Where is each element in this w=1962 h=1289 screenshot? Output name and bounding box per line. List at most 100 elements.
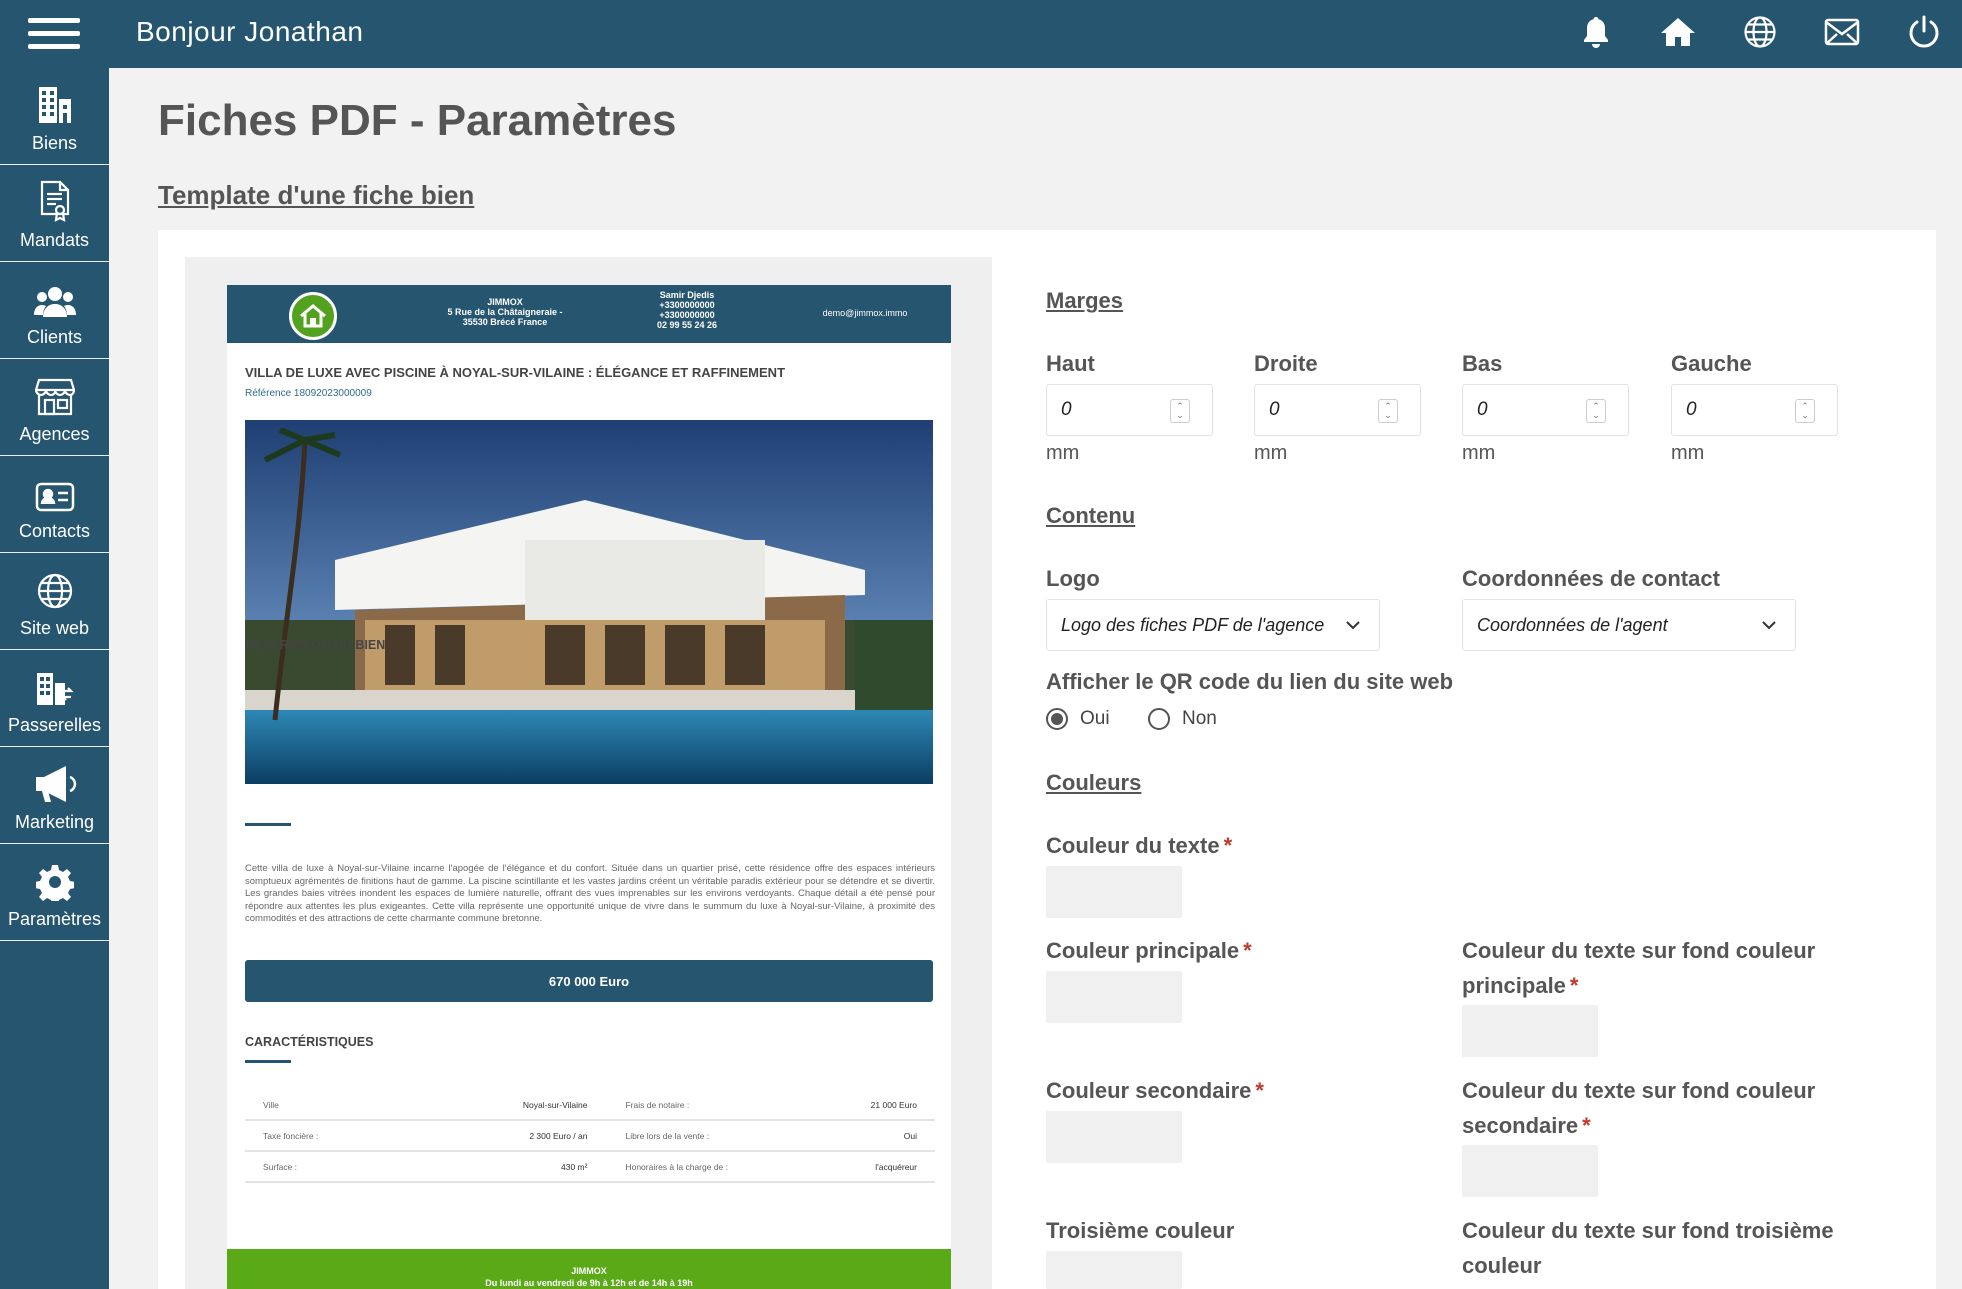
greeting: Bonjour Jonathan [136, 16, 364, 47]
agency-logo-icon [289, 292, 337, 340]
main-color-label: Couleur principale * [1046, 933, 1252, 968]
margin-bottom-label: Bas [1462, 351, 1503, 376]
sidebar-item-clients[interactable]: Clients [0, 262, 109, 359]
bell-icon[interactable] [1578, 12, 1614, 52]
stepper-icon[interactable]: ⌃ ⌄ [1586, 399, 1606, 423]
required-mark: * [1582, 1113, 1591, 1138]
property-title: VILLA DE LUXE AVEC PISCINE À NOYAL-SUR-V… [245, 365, 786, 380]
agency-address-2: 35530 Brécé France [462, 317, 548, 327]
margin-right-input[interactable]: 0 ⌃ ⌄ [1254, 384, 1421, 436]
sheet-header: JIMMOX 5 Rue de la Châtaigneraie - 35530… [227, 285, 951, 343]
stepper-icon[interactable]: ⌃ ⌄ [1170, 399, 1190, 423]
property-price: 670 000 Euro [245, 960, 933, 1002]
page-title: Fiches PDF - Paramètres [158, 96, 677, 145]
description-underline [245, 823, 291, 826]
text-on-secondary-line2: secondaire [1462, 1113, 1579, 1138]
template-fiche-bien-link[interactable]: Template d'une fiche bien [158, 180, 474, 211]
text-on-main-color-picker[interactable] [1462, 1005, 1598, 1057]
property-reference: Référence 18092023000009 [245, 388, 372, 399]
margin-top-unit: mm [1046, 442, 1080, 464]
gear-icon [35, 865, 74, 901]
margin-left-input[interactable]: 0 ⌃ ⌄ [1671, 384, 1838, 436]
logo-select-value: Logo des fiches PDF de l'agence [1061, 614, 1325, 635]
radio-selected-icon [1046, 708, 1068, 730]
margin-right-unit: mm [1254, 442, 1288, 464]
characteristics-heading: CARACTÉRISTIQUES [245, 1035, 374, 1049]
globe-icon [37, 573, 72, 609]
margin-top-value: 0 [1061, 399, 1072, 420]
text-on-main-label: Couleur du texte sur fond couleur princip… [1462, 933, 1815, 1003]
contact-select[interactable]: Coordonnées de l'agent [1462, 599, 1796, 651]
third-color-picker[interactable] [1046, 1251, 1182, 1289]
text-color-picker[interactable] [1046, 866, 1182, 918]
stepper-icon[interactable]: ⌃ ⌄ [1795, 399, 1815, 423]
margin-left-label: Gauche [1671, 351, 1752, 376]
char-key: Libre lors de la vente : [625, 1130, 710, 1141]
characteristics-table: Ville Noyal-sur-Vilaine Frais de notaire… [245, 1090, 935, 1183]
logo-select[interactable]: Logo des fiches PDF de l'agence [1046, 599, 1380, 651]
chevron-down-icon [1762, 621, 1776, 630]
text-on-main-line2: principale [1462, 973, 1566, 998]
users-icon [33, 287, 76, 317]
margin-bottom-input[interactable]: 0 ⌃ ⌄ [1462, 384, 1629, 436]
menu-icon[interactable] [28, 18, 80, 50]
colors-heading: Couleurs [1046, 770, 1142, 795]
sidebar-item-passerelles[interactable]: Passerelles [0, 650, 109, 747]
megaphone-icon [35, 766, 76, 802]
margin-right-label: Droite [1254, 351, 1318, 376]
power-icon[interactable] [1906, 12, 1942, 52]
secondary-color-picker[interactable] [1046, 1111, 1182, 1163]
char-value: Oui [903, 1130, 917, 1141]
text-on-main-line1: Couleur du texte sur fond couleur [1462, 938, 1816, 963]
footer-hours: Du lundi au vendredi de 9h à 12h et de 1… [485, 1278, 693, 1288]
text-color-label: Couleur du texte * [1046, 828, 1232, 863]
agent-phone-2: +3300000000 [659, 310, 715, 320]
globe-icon[interactable] [1742, 12, 1778, 52]
margin-left-value: 0 [1686, 399, 1697, 420]
sidebar-item-marketing[interactable]: Marketing [0, 747, 109, 844]
main-color-picker[interactable] [1046, 971, 1182, 1023]
qr-no-radio[interactable]: Non [1148, 708, 1217, 730]
sidebar-item-agences[interactable]: Agences [0, 359, 109, 456]
text-on-third-label: Couleur du texte sur fond troisième coule… [1462, 1213, 1834, 1283]
char-key: Surface : [263, 1161, 298, 1172]
qr-yes-label: Oui [1080, 708, 1110, 729]
margin-top-input[interactable]: 0 ⌃ ⌄ [1046, 384, 1213, 436]
char-key: Honoraires à la charge de : [625, 1161, 728, 1172]
third-color-label: Troisième couleur [1046, 1218, 1235, 1243]
buildings-transfer-icon [36, 673, 74, 705]
agent-phone-3: 02 99 55 24 26 [656, 320, 718, 330]
table-row: Ville Noyal-sur-Vilaine Frais de notaire… [245, 1090, 935, 1121]
logo-label: Logo [1046, 566, 1100, 591]
agency-email: demo@jimmox.immo [822, 308, 908, 318]
qr-yes-radio[interactable]: Oui [1046, 708, 1110, 730]
char-value: Noyal-sur-Vilaine [522, 1099, 588, 1110]
required-mark: * [1569, 973, 1579, 998]
contact-select-value: Coordonnées de l'agent [1477, 614, 1668, 635]
qr-label: Afficher le QR code du lien du site web [1046, 669, 1454, 694]
text-on-secondary-label: Couleur du texte sur fond couleur seconda… [1462, 1073, 1815, 1143]
text-on-secondary-color-picker[interactable] [1462, 1145, 1598, 1197]
sidebar-item-biens[interactable]: Biens [0, 68, 109, 165]
home-icon[interactable] [1660, 12, 1696, 52]
table-row: Surface : 430 m² Honoraires à la charge … [245, 1152, 935, 1183]
mail-icon[interactable] [1824, 12, 1860, 52]
sidebar-item-site-web[interactable]: Site web [0, 553, 109, 650]
secondary-color-label: Couleur secondaire * [1046, 1073, 1264, 1108]
stepper-icon[interactable]: ⌃ ⌄ [1378, 399, 1398, 423]
text-on-third-line1: Couleur du texte sur fond troisième [1462, 1218, 1834, 1243]
document-certificate-icon [40, 180, 69, 222]
agency-address-1: 5 Rue de la Châtaigneraie - [447, 307, 563, 317]
content-heading: Contenu [1046, 503, 1136, 528]
sidebar-item-contacts[interactable]: Contacts [0, 456, 109, 553]
char-key: Ville [263, 1099, 279, 1110]
margin-bottom-value: 0 [1477, 399, 1488, 420]
char-value: l'acquéreur [875, 1161, 917, 1172]
top-bar: Bonjour Jonathan [0, 0, 1962, 68]
char-value: 21 000 Euro [870, 1099, 917, 1110]
sidebar-item-parametres[interactable]: Paramètres [0, 844, 109, 941]
qr-no-label: Non [1182, 708, 1217, 729]
sidebar-item-mandats[interactable]: Mandats [0, 165, 109, 262]
agency-name: JIMMOX [487, 297, 523, 307]
characteristics-underline [245, 1060, 291, 1063]
